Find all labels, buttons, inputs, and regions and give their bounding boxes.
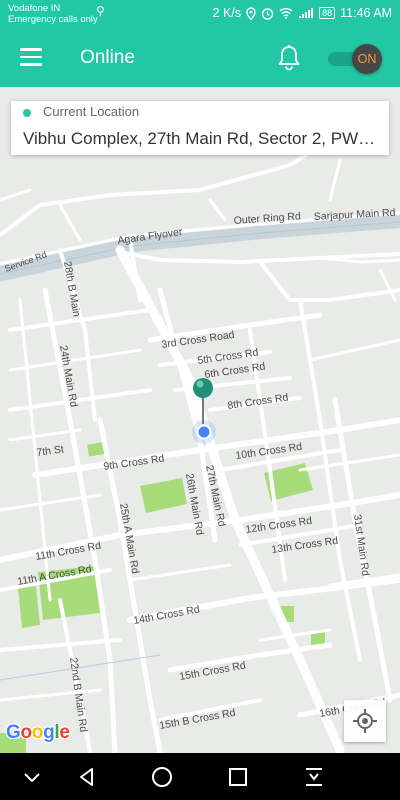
google-logo: Google — [6, 722, 70, 743]
bell-icon[interactable] — [276, 44, 302, 72]
battery-icon: 88 — [319, 7, 336, 19]
toggle-knob: ON — [352, 44, 382, 74]
current-location-address: Vibhu Complex, 27th Main Rd, Sector 2, P… — [23, 129, 385, 148]
status-bar: Vodafone IN Emergency calls only ⚲ 2 K/s… — [0, 0, 400, 30]
hamburger-icon[interactable] — [20, 48, 42, 66]
status-dot — [23, 109, 31, 117]
status-indicators: 2 K/s 88 11:46 AM — [213, 6, 392, 20]
usb-icon: ⚲ — [96, 4, 105, 18]
crosshair-icon — [353, 709, 377, 733]
pull-down-icon[interactable] — [302, 765, 326, 789]
network-speed: 2 K/s — [212, 6, 242, 20]
map-canvas: Agara Flyover Outer Ring Rd Sarjapur Mai… — [0, 87, 400, 753]
my-location-button[interactable] — [344, 700, 386, 742]
screen: Vodafone IN Emergency calls only ⚲ 2 K/s… — [0, 0, 400, 800]
carrier-status: Emergency calls only — [8, 14, 98, 25]
current-location-card[interactable]: Current Location Vibhu Complex, 27th Mai… — [11, 101, 389, 155]
app-bar: Online ON — [0, 30, 400, 87]
page-title: Online — [80, 47, 135, 68]
signal-icon — [299, 8, 314, 18]
current-location-label: Current Location — [43, 104, 140, 119]
circle-home-icon[interactable] — [150, 765, 174, 789]
system-nav-bar — [0, 753, 400, 800]
square-recents-icon[interactable] — [226, 765, 250, 789]
location-icon — [246, 6, 256, 20]
triangle-back-icon[interactable] — [75, 765, 99, 789]
map-view[interactable]: Agara Flyover Outer Ring Rd Sarjapur Mai… — [0, 87, 400, 753]
carrier-name: Vodafone IN — [8, 3, 61, 14]
chevron-down-icon[interactable] — [20, 765, 44, 789]
online-toggle[interactable]: ON — [326, 44, 386, 74]
clock: 11:46 AM — [340, 6, 392, 20]
carrier-info: Vodafone IN Emergency calls only — [8, 3, 98, 25]
alarm-icon — [261, 7, 274, 20]
wifi-icon — [279, 8, 293, 19]
